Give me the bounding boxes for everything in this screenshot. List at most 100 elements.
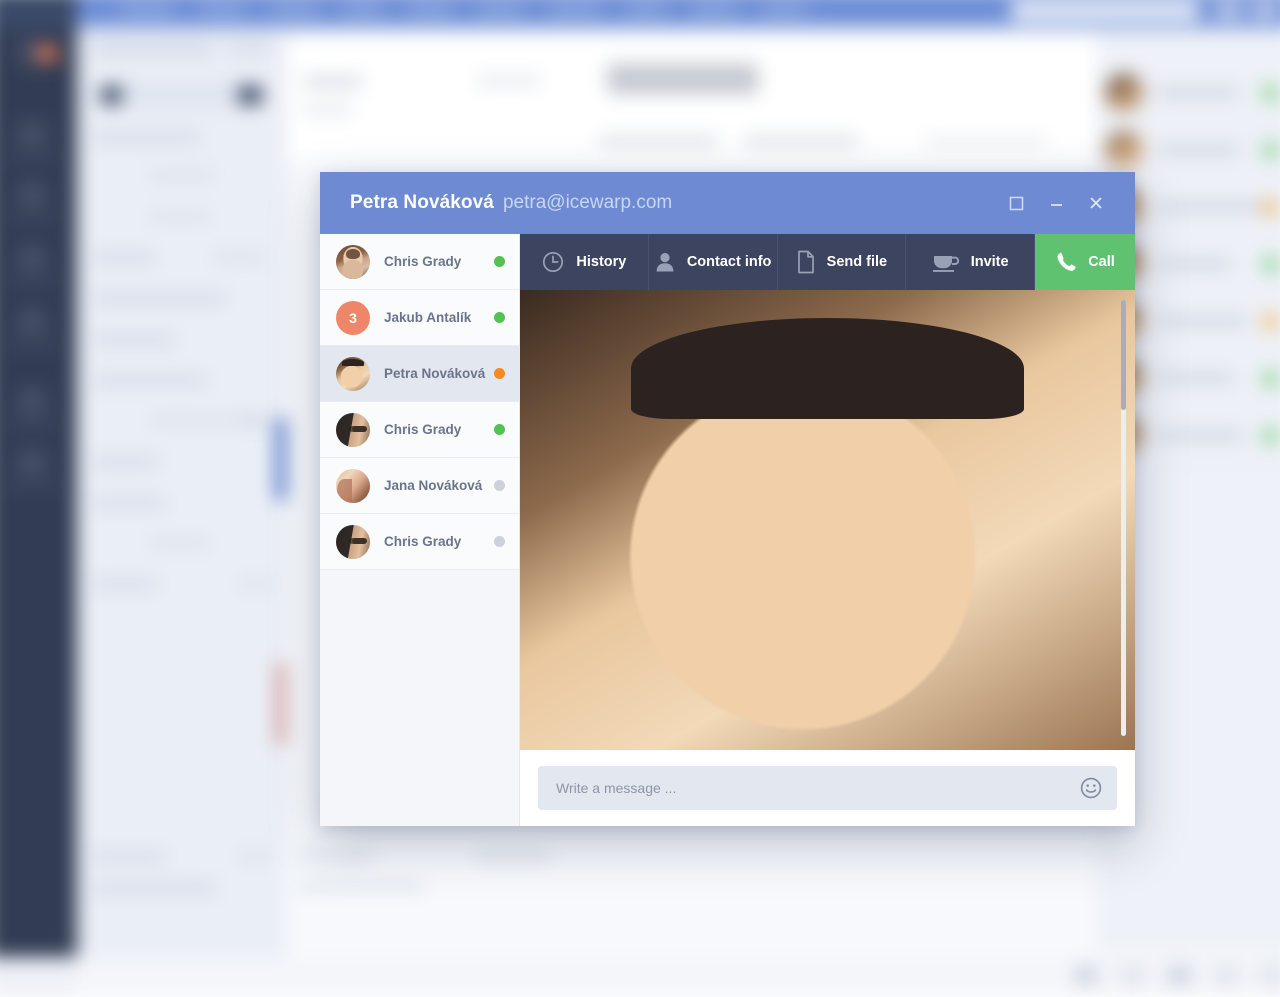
contact-name: Chris Grady xyxy=(384,254,494,269)
background-nav-item xyxy=(762,2,807,15)
background-rail-icon xyxy=(18,182,47,209)
background-rail-icon xyxy=(18,388,47,415)
message-author-avatar xyxy=(547,651,581,685)
send-file-label: Send file xyxy=(827,254,887,270)
contact-name: Chris Grady xyxy=(384,534,494,549)
background-mail-meta xyxy=(599,136,717,146)
contact-avatar xyxy=(336,245,370,279)
send-file-button[interactable]: Send file xyxy=(778,234,907,290)
background-row-indicator xyxy=(276,663,286,745)
background-list-row xyxy=(150,539,207,547)
background-list-row xyxy=(242,416,271,424)
contact-status-dot xyxy=(494,312,505,323)
coffee-cup-icon xyxy=(932,251,960,273)
background-list-row xyxy=(240,580,271,588)
background-list-row xyxy=(240,852,271,860)
clock-icon xyxy=(541,250,565,274)
background-contact-name xyxy=(1156,201,1266,212)
contact-name: Petra Nováková xyxy=(384,366,494,381)
contact-status-dot xyxy=(494,368,505,379)
contact-name: Chris Grady xyxy=(384,422,494,437)
background-status-dot xyxy=(1262,85,1278,101)
background-body-line xyxy=(297,882,423,891)
background-list-header xyxy=(91,43,213,54)
background-bottom-icon xyxy=(1260,966,1280,984)
background-list-row xyxy=(93,335,175,344)
background-nav-item xyxy=(407,2,452,15)
background-status-dot xyxy=(1262,256,1278,272)
background-status-dot xyxy=(1262,371,1278,387)
background-status-dot xyxy=(1262,199,1278,215)
message-item: Petra Nováková8:57 pmLorem ipsum dolor s… xyxy=(520,633,1135,733)
contact-avatar xyxy=(336,525,370,559)
background-mail-meta xyxy=(926,136,1046,146)
message-thread: Chris Grady8:50 pmLorem ipsum dolor sit … xyxy=(520,290,1135,750)
background-bottom-icon xyxy=(1121,966,1143,984)
maximize-icon[interactable] xyxy=(999,186,1033,220)
chat-action-toolbar: History Contact info Send file xyxy=(520,234,1135,290)
background-rail-label xyxy=(6,341,59,348)
background-rail-icon xyxy=(18,121,47,148)
minimize-icon[interactable] xyxy=(1039,186,1073,220)
invite-button[interactable]: Invite xyxy=(906,234,1035,290)
background-contact-name xyxy=(1156,258,1231,269)
contact-info-label: Contact info xyxy=(687,254,772,270)
contact-avatar xyxy=(336,357,370,391)
contact-list-item[interactable]: Chris Grady xyxy=(320,234,519,290)
background-mail-sender-sub xyxy=(303,104,352,114)
chat-window-contact-name: Petra Nováková xyxy=(350,192,494,214)
background-list-row xyxy=(93,253,154,262)
background-list-row xyxy=(93,376,205,385)
message-scrollbar[interactable] xyxy=(1121,300,1126,736)
background-contact-avatar xyxy=(1105,74,1144,113)
history-button[interactable]: History xyxy=(520,234,649,290)
close-icon[interactable] xyxy=(1079,186,1113,220)
contact-list-item[interactable]: 3Jakub Antalík xyxy=(320,290,519,346)
contact-list-item[interactable]: Petra Nováková xyxy=(320,346,519,402)
background-nav-item xyxy=(548,2,601,15)
background-toolbar-icon xyxy=(1252,0,1279,18)
background-contact-name xyxy=(1156,87,1240,98)
background-mail-subject xyxy=(607,64,758,95)
background-list-row xyxy=(93,884,215,893)
background-toolbar-icon xyxy=(1215,0,1242,18)
contact-list-item[interactable]: Jana Nováková xyxy=(320,458,519,514)
background-left-rail xyxy=(0,29,77,957)
background-mail-sender xyxy=(303,76,362,88)
background-rail-label xyxy=(6,421,59,428)
background-list-row xyxy=(150,212,209,220)
background-message-list-panel xyxy=(77,29,286,957)
contacts-empty-area xyxy=(320,570,519,826)
background-bottom-icon xyxy=(1215,966,1237,984)
background-contact-name xyxy=(1156,373,1236,384)
background-list-row xyxy=(93,580,156,589)
background-nav-item xyxy=(120,2,173,15)
contact-list-item[interactable]: Chris Grady xyxy=(320,514,519,570)
message-input-container[interactable] xyxy=(538,766,1117,810)
background-list-header xyxy=(228,43,271,54)
contacts-sidebar[interactable]: Chris Grady 3Jakub Antalík Petra Nováková C… xyxy=(320,234,520,826)
chat-window-titlebar: Petra Nováková petra@icewarp.com xyxy=(320,172,1135,234)
background-nav-item xyxy=(271,2,318,15)
background-contact-name xyxy=(1156,144,1240,155)
contact-info-button[interactable]: Contact info xyxy=(649,234,778,290)
background-mail-date xyxy=(477,76,540,86)
background-nav-item xyxy=(626,2,667,15)
background-search-field xyxy=(1011,0,1199,21)
chat-window-contact-email: petra@icewarp.com xyxy=(503,192,672,214)
smiley-icon[interactable] xyxy=(1079,776,1103,800)
contact-list-item[interactable]: Chris Grady xyxy=(320,402,519,458)
background-bottom-left xyxy=(0,957,77,997)
background-nav-item xyxy=(199,2,244,15)
background-rail-icon xyxy=(18,449,47,476)
background-unread-badge xyxy=(36,45,58,61)
message-scrollbar-thumb[interactable] xyxy=(1121,300,1126,410)
person-icon xyxy=(654,250,676,274)
background-list-row xyxy=(93,498,164,507)
call-button[interactable]: Call xyxy=(1035,234,1135,290)
background-body-line xyxy=(297,852,372,861)
background-rail-label xyxy=(6,215,59,222)
contact-avatar xyxy=(336,413,370,447)
message-input[interactable] xyxy=(556,780,1079,796)
background-bottom-icon xyxy=(1075,966,1097,984)
